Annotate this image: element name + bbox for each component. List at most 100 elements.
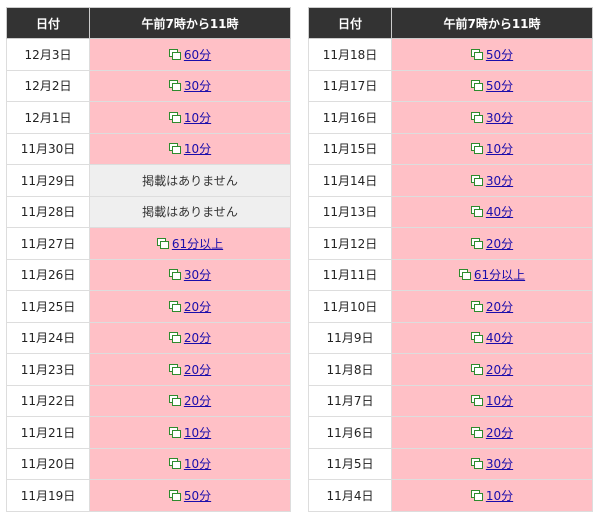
duration-cell: 50分 [391,38,593,71]
copy-icon [168,80,181,92]
duration-link[interactable]: 30分 [184,79,211,93]
table-row: 11月29日 掲載はありません [6,164,291,197]
duration-link[interactable]: 20分 [184,394,211,408]
duration-link[interactable]: 50分 [486,79,513,93]
duration-link[interactable]: 50分 [486,48,513,62]
table-header-row: 日付 午前7時から11時 [308,7,593,39]
duration-link[interactable]: 10分 [184,426,211,440]
table-row: 11月19日 50分 [6,479,291,512]
time-column-header: 午前7時から11時 [89,7,291,39]
date-cell: 11月5日 [308,447,392,480]
date-cell: 11月11日 [308,258,392,291]
duration-cell: 20分 [391,353,593,386]
duration-cell: 30分 [89,258,291,291]
duration-cell: 30分 [391,101,593,134]
table-row: 11月22日 20分 [6,384,291,417]
date-cell: 11月12日 [308,227,392,260]
duration-link[interactable]: 10分 [486,142,513,156]
date-cell: 11月7日 [308,384,392,417]
duration-cell: 10分 [391,132,593,165]
duration-link[interactable]: 20分 [184,331,211,345]
copy-icon [470,143,483,155]
date-cell: 11月19日 [6,479,90,512]
time-column-header: 午前7時から11時 [391,7,593,39]
date-cell: 12月3日 [6,38,90,71]
date-column-header: 日付 [6,7,90,39]
table-row: 11月7日 10分 [308,384,593,417]
duration-cell: 10分 [89,447,291,480]
duration-link[interactable]: 20分 [184,363,211,377]
table-row: 11月24日 20分 [6,321,291,354]
duration-cell: 20分 [391,416,593,449]
duration-cell: 20分 [89,321,291,354]
duration-link[interactable]: 61分以上 [474,268,525,282]
duration-cell: 40分 [391,321,593,354]
copy-icon [168,300,181,312]
duration-link[interactable]: 40分 [486,205,513,219]
table-row: 12月1日 10分 [6,101,291,134]
duration-link[interactable]: 30分 [486,111,513,125]
table-row: 11月15日 10分 [308,132,593,165]
copy-icon [168,143,181,155]
duration-cell: 10分 [391,479,593,512]
duration-link[interactable]: 10分 [184,142,211,156]
copy-icon [168,332,181,344]
duration-cell: 61分以上 [89,227,291,260]
duration-link[interactable]: 20分 [486,363,513,377]
copy-icon [168,363,181,375]
table-row: 11月10日 20分 [308,290,593,323]
duration-link[interactable]: 20分 [486,426,513,440]
date-cell: 11月27日 [6,227,90,260]
duration-link[interactable]: 10分 [184,457,211,471]
duration-link[interactable]: 50分 [184,489,211,503]
date-cell: 11月16日 [308,101,392,134]
schedule-table-right: 日付 午前7時から11時 11月18日 50分 11月17日 50分 11月16日 30分… [308,7,593,512]
duration-link[interactable]: 20分 [184,300,211,314]
table-row: 11月11日 61分以上 [308,258,593,291]
duration-link[interactable]: 30分 [184,268,211,282]
duration-link[interactable]: 10分 [184,111,211,125]
duration-cell: 61分以上 [391,258,593,291]
table-row: 12月3日 60分 [6,38,291,71]
date-column-header: 日付 [308,7,392,39]
copy-icon [168,458,181,470]
duration-link[interactable]: 20分 [486,300,513,314]
table-row: 11月13日 40分 [308,195,593,228]
date-cell: 11月15日 [308,132,392,165]
duration-link[interactable]: 60分 [184,48,211,62]
duration-link[interactable]: 10分 [486,489,513,503]
copy-icon [470,395,483,407]
table-row: 11月20日 10分 [6,447,291,480]
duration-link[interactable]: 61分以上 [172,237,223,251]
table-body-right: 11月18日 50分 11月17日 50分 11月16日 30分 11月15日 10分 11月1… [308,38,593,512]
copy-icon [470,48,483,60]
table-row: 11月25日 20分 [6,290,291,323]
duration-cell: 50分 [391,69,593,102]
table-row: 11月30日 10分 [6,132,291,165]
duration-cell: 10分 [89,416,291,449]
table-header-row: 日付 午前7時から11時 [6,7,291,39]
duration-cell: 20分 [89,353,291,386]
copy-icon [470,237,483,249]
date-cell: 11月18日 [308,38,392,71]
duration-link[interactable]: 20分 [486,237,513,251]
copy-icon [168,48,181,60]
no-listing-cell: 掲載はありません [89,164,291,197]
duration-link[interactable]: 30分 [486,174,513,188]
duration-cell: 60分 [89,38,291,71]
date-cell: 11月25日 [6,290,90,323]
table-body-left: 12月3日 60分 12月2日 30分 12月1日 10分 11月30日 10分 11月29日掲… [6,38,291,512]
table-row: 11月14日 30分 [308,164,593,197]
copy-icon [168,395,181,407]
table-row: 11月5日 30分 [308,447,593,480]
copy-icon [470,332,483,344]
duration-cell: 40分 [391,195,593,228]
duration-link[interactable]: 10分 [486,394,513,408]
copy-icon [156,237,169,249]
duration-link[interactable]: 40分 [486,331,513,345]
duration-cell: 10分 [391,384,593,417]
copy-icon [470,80,483,92]
copy-icon [470,489,483,501]
duration-link[interactable]: 30分 [486,457,513,471]
duration-cell: 20分 [391,227,593,260]
